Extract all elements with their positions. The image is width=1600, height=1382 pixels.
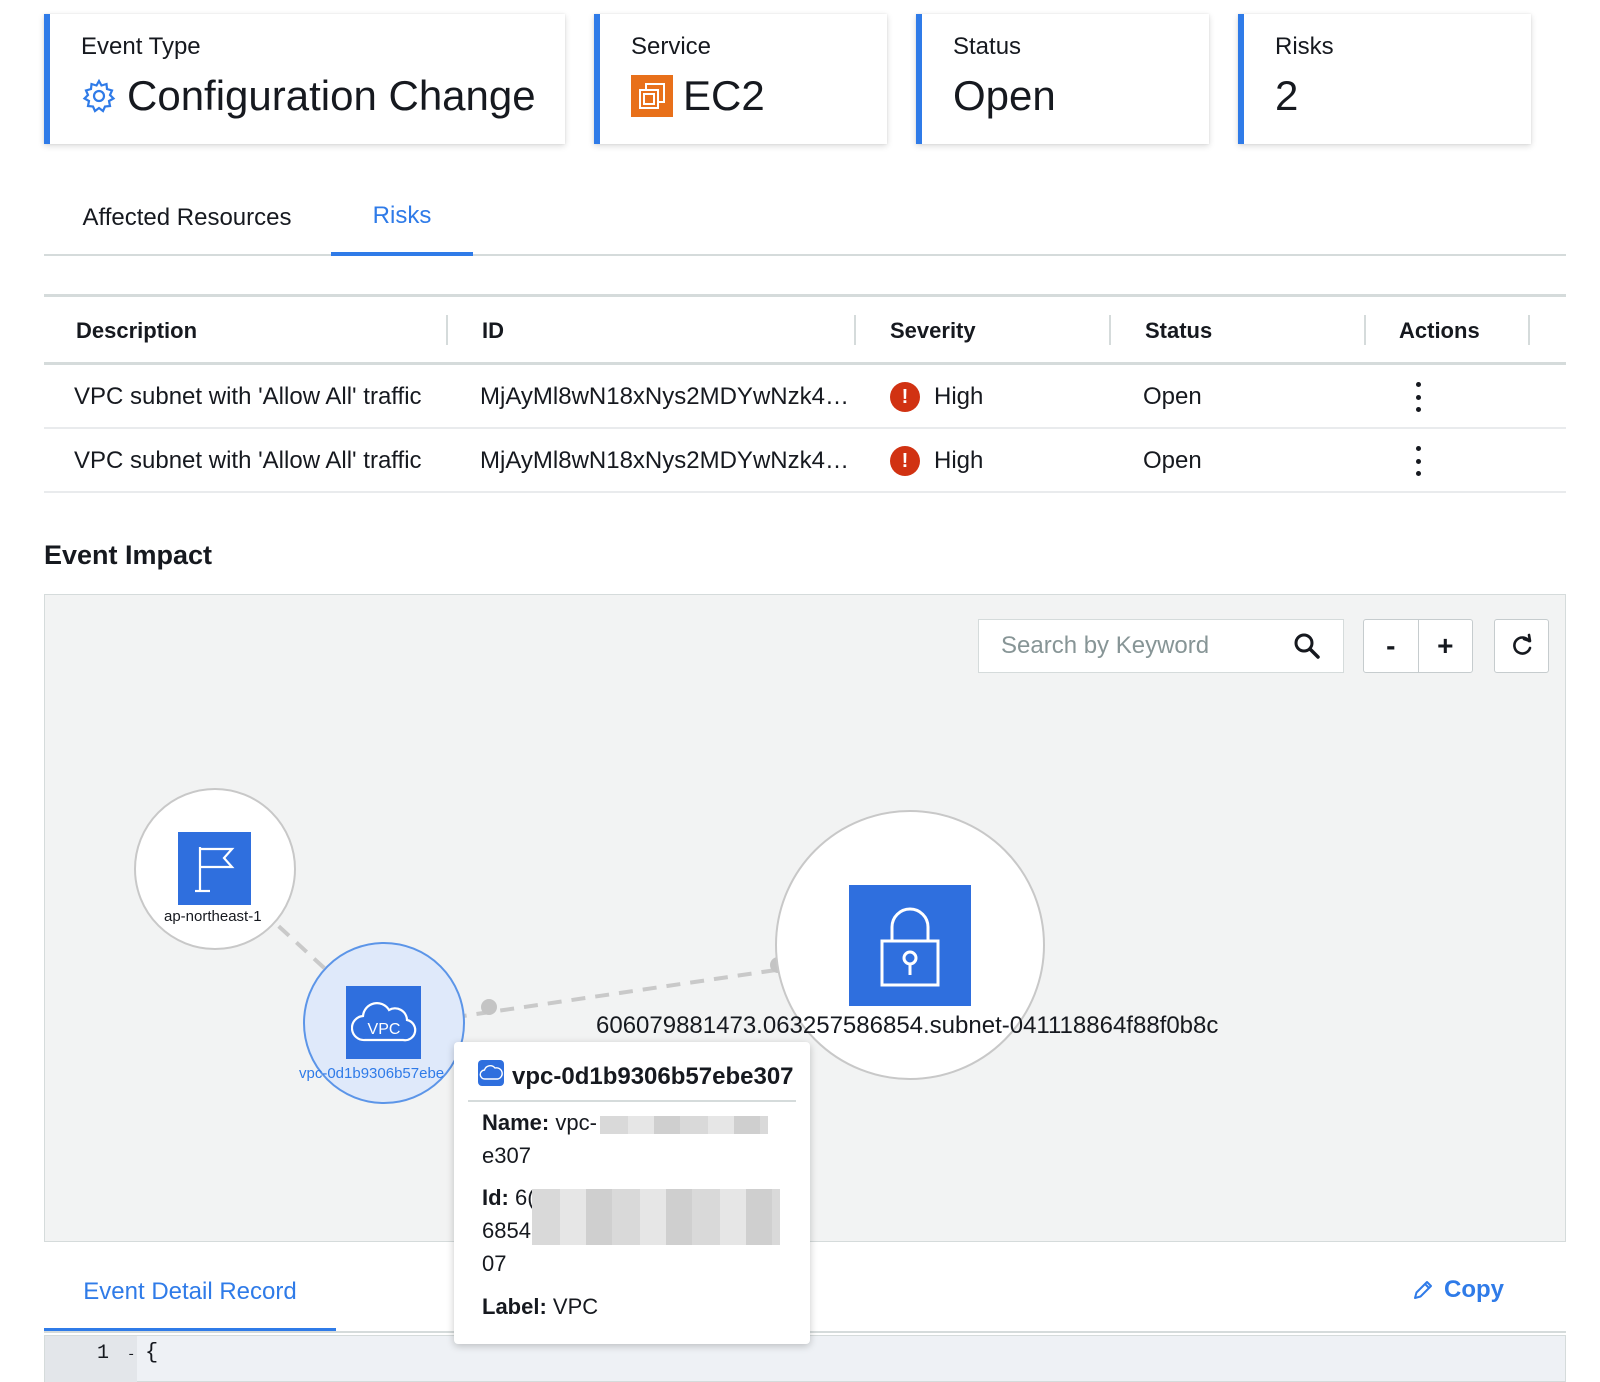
service-value-row: EC2	[631, 72, 765, 120]
lock-icon	[849, 885, 971, 1006]
severity-label: High	[934, 383, 984, 410]
tooltip-id-line-3: 07	[482, 1251, 507, 1276]
detail-tabs: Affected Resources Risks	[44, 180, 1566, 256]
tooltip-id-key: Id:	[482, 1185, 509, 1210]
tooltip-name-line: Name: vpc-	[482, 1110, 597, 1136]
alert-icon: !	[890, 446, 920, 476]
status-label: Status	[953, 33, 1022, 60]
tooltip-id-line-2: 6854	[482, 1218, 531, 1243]
copy-button[interactable]: Copy	[1412, 1276, 1504, 1304]
tooltip-name-cont: e307	[482, 1143, 531, 1168]
table-row[interactable]: VPC subnet with 'Allow All' traffic MjAy…	[44, 365, 1566, 429]
event-type-label: Event Type	[81, 33, 201, 60]
event-impact-title: Event Impact	[44, 540, 213, 570]
column-divider[interactable]	[854, 315, 856, 345]
vpc-cloud-icon: VPC	[346, 986, 421, 1059]
risk-id: MjAyMl8wN18xNys2MDYwNzk4…	[480, 447, 849, 474]
event-type-value-row: Configuration Change	[81, 72, 536, 120]
alert-icon: !	[890, 382, 920, 412]
risks-label: Risks	[1275, 33, 1334, 60]
column-header-status[interactable]: Status	[1145, 297, 1212, 365]
tooltip-name-value: vpc-	[555, 1110, 597, 1135]
vpc-icon	[478, 1060, 504, 1093]
risk-status: Open	[1143, 383, 1202, 410]
column-header-description[interactable]: Description	[76, 297, 197, 365]
ec2-icon	[631, 75, 673, 117]
risk-severity: ! High	[890, 429, 983, 493]
column-header-severity[interactable]: Severity	[890, 297, 976, 365]
risk-id: MjAyMl8wN18xNys2MDYwNzk4…	[480, 383, 849, 410]
risks-count: 2	[1275, 72, 1299, 119]
redacted-block	[600, 1116, 768, 1134]
more-actions-icon[interactable]	[1404, 444, 1432, 478]
event-type-card: Event Type Configuration Change	[44, 14, 565, 144]
column-divider[interactable]	[1364, 315, 1366, 345]
tab-risks[interactable]: Risks	[331, 180, 473, 256]
line-number: 1	[97, 1342, 110, 1365]
risks-card: Risks 2	[1238, 14, 1531, 144]
tooltip-title: vpc-0d1b9306b57ebe307	[512, 1062, 794, 1090]
column-header-actions: Actions	[1399, 318, 1480, 343]
subnet-node-label: 606079881473.063257586854.subnet-0411188…	[596, 1012, 1219, 1039]
summary-cards: Event Type Configuration Change Service	[44, 14, 1566, 144]
risk-status: Open	[1143, 447, 1202, 474]
tooltip-label-key: Label:	[482, 1294, 547, 1319]
tooltip-name-key: Name:	[482, 1110, 550, 1135]
tooltip-title-row: vpc-0d1b9306b57ebe307	[478, 1060, 794, 1093]
service-value: EC2	[683, 72, 765, 119]
tab-affected-resources[interactable]: Affected Resources	[44, 180, 330, 256]
editor-code-line: {	[145, 1340, 159, 1365]
column-header-id[interactable]: ID	[482, 297, 504, 365]
row-actions	[1404, 365, 1432, 429]
tab-event-detail-record[interactable]: Event Detail Record	[44, 1256, 336, 1332]
pencil-icon	[1414, 1281, 1432, 1299]
copy-label: Copy	[1444, 1276, 1504, 1303]
risk-description: VPC subnet with 'Allow All' traffic	[74, 383, 422, 410]
service-label: Service	[631, 33, 712, 60]
flag-icon	[178, 832, 251, 905]
vpc-badge-text: VPC	[367, 1021, 400, 1038]
table-header: Description ID Severity Status Actions	[44, 297, 1566, 365]
risks-table: Description ID Severity Status Actions V…	[44, 294, 1566, 493]
table-row[interactable]: VPC subnet with 'Allow All' traffic MjAy…	[44, 429, 1566, 493]
column-divider[interactable]	[1528, 315, 1530, 345]
service-card: Service EC2	[594, 14, 887, 144]
tooltip-label-value: VPC	[552, 1294, 599, 1319]
row-actions	[1404, 429, 1432, 493]
status-value: Open	[953, 72, 1056, 119]
fold-toggle[interactable]: -	[127, 1347, 135, 1363]
column-divider[interactable]	[1109, 315, 1111, 345]
severity-label: High	[934, 447, 984, 474]
region-node-label: ap-northeast-1	[164, 908, 262, 925]
column-divider[interactable]	[446, 315, 448, 345]
tooltip-divider	[468, 1100, 796, 1102]
tooltip-id-line: Id: 6(	[482, 1185, 535, 1211]
status-card: Status Open	[916, 14, 1209, 144]
more-actions-icon[interactable]	[1404, 380, 1432, 414]
editor-gutter: 1 -	[45, 1336, 137, 1382]
node-tooltip: vpc-0d1b9306b57ebe307 Name: vpc- e307 Id…	[454, 1042, 810, 1344]
risk-description: VPC subnet with 'Allow All' traffic	[74, 447, 422, 474]
gear-icon	[81, 78, 117, 114]
event-type-value: Configuration Change	[127, 72, 536, 119]
vpc-node-label: vpc-0d1b9306b57ebe	[299, 1065, 445, 1082]
tooltip-label-line: Label: VPC	[482, 1294, 598, 1320]
redacted-block	[532, 1189, 780, 1245]
risk-severity: ! High	[890, 365, 983, 429]
